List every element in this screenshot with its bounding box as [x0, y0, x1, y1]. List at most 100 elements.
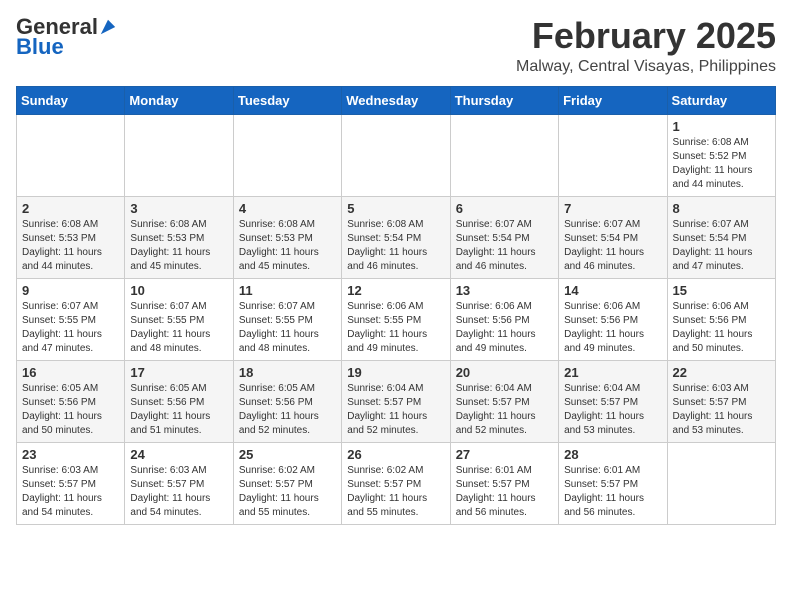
day-number: 19 [347, 365, 444, 380]
logo-icon [99, 18, 117, 36]
calendar-day-18: 18 Sunrise: 6:05 AM Sunset: 5:56 PM Dayli… [233, 360, 341, 442]
day-number: 1 [673, 119, 770, 134]
calendar-day-24: 24 Sunrise: 6:03 AM Sunset: 5:57 PM Dayli… [125, 442, 233, 524]
day-info: Sunrise: 6:06 AM Sunset: 5:56 PM Dayligh… [673, 300, 770, 356]
calendar-day-26: 26 Sunrise: 6:02 AM Sunset: 5:57 PM Dayli… [342, 442, 450, 524]
day-number: 2 [22, 201, 119, 216]
day-info: Sunrise: 6:05 AM Sunset: 5:56 PM Dayligh… [239, 382, 336, 438]
day-info: Sunrise: 6:01 AM Sunset: 5:57 PM Dayligh… [564, 464, 661, 520]
day-number: 18 [239, 365, 336, 380]
day-info: Sunrise: 6:02 AM Sunset: 5:57 PM Dayligh… [347, 464, 444, 520]
day-number: 22 [673, 365, 770, 380]
calendar-week-row: 1 Sunrise: 6:08 AM Sunset: 5:52 PM Daylig… [17, 114, 776, 196]
day-info: Sunrise: 6:04 AM Sunset: 5:57 PM Dayligh… [564, 382, 661, 438]
day-info: Sunrise: 6:06 AM Sunset: 5:55 PM Dayligh… [347, 300, 444, 356]
day-info: Sunrise: 6:05 AM Sunset: 5:56 PM Dayligh… [22, 382, 119, 438]
day-info: Sunrise: 6:06 AM Sunset: 5:56 PM Dayligh… [456, 300, 553, 356]
day-info: Sunrise: 6:07 AM Sunset: 5:54 PM Dayligh… [564, 218, 661, 274]
header-wednesday: Wednesday [342, 86, 450, 114]
day-number: 15 [673, 283, 770, 298]
day-number: 23 [22, 447, 119, 462]
logo: General Blue [16, 16, 117, 60]
calendar-day-21: 21 Sunrise: 6:04 AM Sunset: 5:57 PM Dayli… [559, 360, 667, 442]
calendar-day-3: 3Sunrise: 6:08 AM Sunset: 5:53 PM Daylig… [125, 196, 233, 278]
calendar-day-15: 15 Sunrise: 6:06 AM Sunset: 5:56 PM Dayli… [667, 278, 775, 360]
calendar-day-8: 8 Sunrise: 6:07 AM Sunset: 5:54 PM Daylig… [667, 196, 775, 278]
calendar-empty-cell [233, 114, 341, 196]
calendar-day-7: 7 Sunrise: 6:07 AM Sunset: 5:54 PM Daylig… [559, 196, 667, 278]
day-number: 5 [347, 201, 444, 216]
calendar-day-23: 23 Sunrise: 6:03 AM Sunset: 5:57 PM Dayli… [17, 442, 125, 524]
header-sunday: Sunday [17, 86, 125, 114]
calendar-empty-cell [559, 114, 667, 196]
calendar-day-22: 22Sunrise: 6:03 AM Sunset: 5:57 PM Dayli… [667, 360, 775, 442]
calendar-empty-cell [342, 114, 450, 196]
calendar-day-11: 11 Sunrise: 6:07 AM Sunset: 5:55 PM Dayli… [233, 278, 341, 360]
header-monday: Monday [125, 86, 233, 114]
day-number: 9 [22, 283, 119, 298]
day-info: Sunrise: 6:08 AM Sunset: 5:53 PM Dayligh… [22, 218, 119, 274]
day-number: 8 [673, 201, 770, 216]
day-number: 11 [239, 283, 336, 298]
day-info: Sunrise: 6:05 AM Sunset: 5:56 PM Dayligh… [130, 382, 227, 438]
day-info: Sunrise: 6:07 AM Sunset: 5:55 PM Dayligh… [239, 300, 336, 356]
day-info: Sunrise: 6:07 AM Sunset: 5:54 PM Dayligh… [456, 218, 553, 274]
calendar-day-20: 20Sunrise: 6:04 AM Sunset: 5:57 PM Dayli… [450, 360, 558, 442]
calendar-day-10: 10 Sunrise: 6:07 AM Sunset: 5:55 PM Dayli… [125, 278, 233, 360]
day-number: 4 [239, 201, 336, 216]
header-friday: Friday [559, 86, 667, 114]
calendar-table: SundayMondayTuesdayWednesdayThursdayFrid… [16, 86, 776, 525]
day-number: 3 [130, 201, 227, 216]
day-number: 13 [456, 283, 553, 298]
day-info: Sunrise: 6:01 AM Sunset: 5:57 PM Dayligh… [456, 464, 553, 520]
month-title: February 2025 [516, 16, 776, 56]
calendar-day-14: 14Sunrise: 6:06 AM Sunset: 5:56 PM Dayli… [559, 278, 667, 360]
calendar-week-row: 2 Sunrise: 6:08 AM Sunset: 5:53 PM Daylig… [17, 196, 776, 278]
calendar-day-28: 28 Sunrise: 6:01 AM Sunset: 5:57 PM Dayli… [559, 442, 667, 524]
header-saturday: Saturday [667, 86, 775, 114]
day-number: 26 [347, 447, 444, 462]
calendar-day-27: 27 Sunrise: 6:01 AM Sunset: 5:57 PM Dayli… [450, 442, 558, 524]
calendar-day-1: 1 Sunrise: 6:08 AM Sunset: 5:52 PM Daylig… [667, 114, 775, 196]
day-info: Sunrise: 6:07 AM Sunset: 5:55 PM Dayligh… [130, 300, 227, 356]
day-info: Sunrise: 6:07 AM Sunset: 5:55 PM Dayligh… [22, 300, 119, 356]
day-number: 27 [456, 447, 553, 462]
page-header: General Blue February 2025 Malway, Centr… [16, 16, 776, 76]
calendar-day-17: 17 Sunrise: 6:05 AM Sunset: 5:56 PM Dayli… [125, 360, 233, 442]
day-number: 16 [22, 365, 119, 380]
location-title: Malway, Central Visayas, Philippines [516, 58, 776, 76]
calendar-day-5: 5 Sunrise: 6:08 AM Sunset: 5:54 PM Daylig… [342, 196, 450, 278]
day-info: Sunrise: 6:04 AM Sunset: 5:57 PM Dayligh… [347, 382, 444, 438]
calendar-empty-cell [125, 114, 233, 196]
day-number: 28 [564, 447, 661, 462]
calendar-empty-cell [450, 114, 558, 196]
day-info: Sunrise: 6:03 AM Sunset: 5:57 PM Dayligh… [22, 464, 119, 520]
day-info: Sunrise: 6:08 AM Sunset: 5:52 PM Dayligh… [673, 136, 770, 192]
day-info: Sunrise: 6:04 AM Sunset: 5:57 PM Dayligh… [456, 382, 553, 438]
calendar-day-25: 25 Sunrise: 6:02 AM Sunset: 5:57 PM Dayli… [233, 442, 341, 524]
calendar-empty-cell [667, 442, 775, 524]
day-number: 24 [130, 447, 227, 462]
day-number: 7 [564, 201, 661, 216]
day-number: 21 [564, 365, 661, 380]
calendar-day-16: 16 Sunrise: 6:05 AM Sunset: 5:56 PM Dayli… [17, 360, 125, 442]
logo-blue-text: Blue [16, 34, 64, 59]
calendar-week-row: 23 Sunrise: 6:03 AM Sunset: 5:57 PM Dayli… [17, 442, 776, 524]
day-number: 10 [130, 283, 227, 298]
calendar-day-13: 13 Sunrise: 6:06 AM Sunset: 5:56 PM Dayli… [450, 278, 558, 360]
day-number: 17 [130, 365, 227, 380]
calendar-header-row: SundayMondayTuesdayWednesdayThursdayFrid… [17, 86, 776, 114]
day-number: 25 [239, 447, 336, 462]
calendar-empty-cell [17, 114, 125, 196]
day-info: Sunrise: 6:08 AM Sunset: 5:54 PM Dayligh… [347, 218, 444, 274]
calendar-day-2: 2 Sunrise: 6:08 AM Sunset: 5:53 PM Daylig… [17, 196, 125, 278]
calendar-week-row: 9 Sunrise: 6:07 AM Sunset: 5:55 PM Daylig… [17, 278, 776, 360]
day-number: 12 [347, 283, 444, 298]
day-info: Sunrise: 6:07 AM Sunset: 5:54 PM Dayligh… [673, 218, 770, 274]
day-info: Sunrise: 6:02 AM Sunset: 5:57 PM Dayligh… [239, 464, 336, 520]
day-info: Sunrise: 6:03 AM Sunset: 5:57 PM Dayligh… [130, 464, 227, 520]
calendar-week-row: 16 Sunrise: 6:05 AM Sunset: 5:56 PM Dayli… [17, 360, 776, 442]
title-block: February 2025 Malway, Central Visayas, P… [516, 16, 776, 76]
calendar-day-4: 4Sunrise: 6:08 AM Sunset: 5:53 PM Daylig… [233, 196, 341, 278]
day-number: 14 [564, 283, 661, 298]
